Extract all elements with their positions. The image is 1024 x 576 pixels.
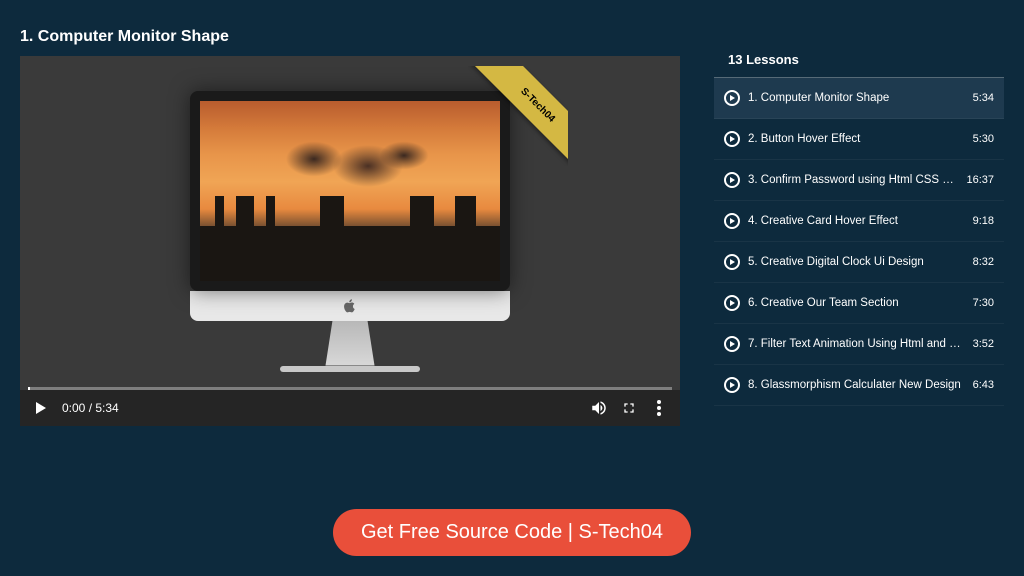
lessons-header: 13 Lessons [714, 42, 1004, 78]
apple-logo-icon [343, 299, 357, 313]
lesson-duration: 5:30 [973, 133, 994, 145]
play-circle-icon [724, 336, 740, 352]
lesson-label: 3. Confirm Password using Html CSS & js [748, 174, 958, 186]
play-circle-icon [724, 377, 740, 393]
lesson-label: 7. Filter Text Animation Using Html and … [748, 338, 965, 350]
lesson-duration: 9:18 [973, 215, 994, 227]
play-circle-icon [724, 90, 740, 106]
fullscreen-icon[interactable] [620, 399, 638, 417]
lesson-item[interactable]: 4. Creative Card Hover Effect 9:18 [714, 201, 1004, 242]
play-circle-icon [724, 172, 740, 188]
play-circle-icon [724, 213, 740, 229]
cta-button[interactable]: Get Free Source Code | S-Tech04 [333, 509, 691, 556]
volume-icon[interactable] [590, 399, 608, 417]
video-thumbnail [190, 91, 510, 372]
lesson-duration: 16:37 [966, 174, 994, 186]
lesson-label: 4. Creative Card Hover Effect [748, 215, 965, 227]
more-icon[interactable] [650, 399, 668, 417]
video-controls: 0:00 / 5:34 [20, 390, 680, 426]
lesson-item[interactable]: 5. Creative Digital Clock Ui Design 8:32 [714, 242, 1004, 283]
play-button[interactable] [32, 399, 50, 417]
lesson-duration: 7:30 [973, 297, 994, 309]
video-player[interactable]: S-Tech04 0:00 / 5:34 [20, 56, 680, 426]
lesson-label: 5. Creative Digital Clock Ui Design [748, 256, 965, 268]
lesson-item[interactable]: 6. Creative Our Team Section 7:30 [714, 283, 1004, 324]
play-circle-icon [724, 295, 740, 311]
lesson-item[interactable]: 8. Glassmorphism Calculater New Design 6… [714, 365, 1004, 406]
lesson-label: 1. Computer Monitor Shape [748, 92, 965, 104]
lesson-list[interactable]: 1. Computer Monitor Shape 5:34 2. Button… [714, 78, 1004, 434]
time-display: 0:00 / 5:34 [62, 401, 119, 415]
lesson-duration: 5:34 [973, 92, 994, 104]
lesson-duration: 8:32 [973, 256, 994, 268]
lesson-item[interactable]: 7. Filter Text Animation Using Html and … [714, 324, 1004, 365]
lesson-item[interactable]: 2. Button Hover Effect 5:30 [714, 119, 1004, 160]
lesson-item[interactable]: 3. Confirm Password using Html CSS & js … [714, 160, 1004, 201]
lesson-label: 2. Button Hover Effect [748, 133, 965, 145]
lesson-duration: 6:43 [973, 379, 994, 391]
lesson-label: 6. Creative Our Team Section [748, 297, 965, 309]
lesson-item[interactable]: 1. Computer Monitor Shape 5:34 [714, 78, 1004, 119]
play-circle-icon [724, 131, 740, 147]
video-title: 1. Computer Monitor Shape [20, 28, 694, 46]
lesson-duration: 3:52 [973, 338, 994, 350]
lesson-label: 8. Glassmorphism Calculater New Design [748, 379, 965, 391]
play-circle-icon [724, 254, 740, 270]
